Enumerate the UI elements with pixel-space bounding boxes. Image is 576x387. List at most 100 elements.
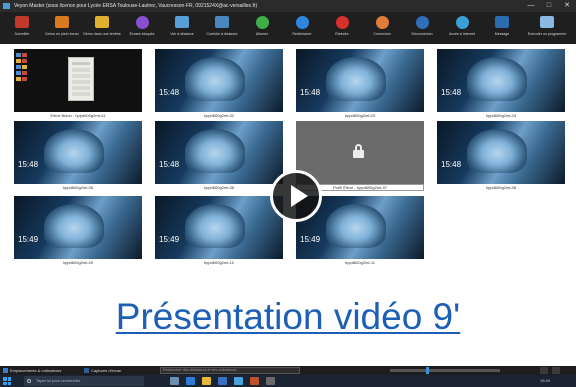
globe-icon [456,16,469,29]
computer-caption: hppd600g2mt-09 [14,259,142,266]
lockscreen-clock: 15:48 [441,160,462,169]
remote-control-icon [215,16,229,28]
computer-screen-preview: 15:48 [14,121,142,184]
remote-control-label: Contrôle à distance [206,32,238,36]
message-icon [495,16,509,28]
computer-grid: Elève Bidon - hppd600g2mt-01 15:48 hppd6… [0,44,576,270]
fullscreen-demo-icon [55,16,69,28]
status-bar: Emplacements & ordinateurs Captures d'éc… [0,366,576,375]
veyon-master-window: Veyon Master (sous licence pour Lycée ER… [0,0,576,387]
app-icon [3,3,10,9]
task-view-icon[interactable] [170,377,179,385]
lock-screens-button[interactable]: Écrans bloqués [122,12,162,44]
login-button[interactable]: Connexion [362,12,402,44]
computer-tile[interactable]: 15:48 hppd600g2mt-04 [437,49,565,119]
run-program-icon [540,16,554,28]
logout-label: Déconnexion [411,32,433,36]
internet-access-label: Accès à Internet [449,32,475,36]
veyon-taskbar-icon[interactable] [234,377,243,385]
logout-button[interactable]: Déconnexion [402,12,442,44]
lockscreen-clock: 15:48 [300,88,321,97]
lockscreen-clock: 15:48 [159,88,180,97]
locations-toggle[interactable]: Emplacements & ordinateurs [3,366,61,375]
computer-screen-preview: 15:48 [155,121,283,184]
monitor-label: Surveiller [14,32,30,36]
computer-caption: hppd600g2mt-11 [296,259,424,266]
power-on-button[interactable]: Allumer [242,12,282,44]
search-icon [27,379,31,383]
computer-tile[interactable]: 15:49 hppd600g2mt-09 [14,196,142,266]
computer-screen-preview: 15:49 [14,196,142,259]
power-on-label: Allumer [255,32,269,36]
computer-tile[interactable]: 15:48 hppd600g2mt-05 [14,121,142,191]
computer-filter-input[interactable]: Rechercher des utilisateurs et des ordin… [160,367,300,374]
desktop-icons [16,53,30,103]
locations-label: Emplacements & ordinateurs [10,368,62,373]
taskbar-search-input[interactable]: Taper ici pour rechercher [24,376,144,386]
lockscreen-clock: 15:49 [159,235,180,244]
reboot-button[interactable]: Redémarrer [282,12,322,44]
computer-tile[interactable]: 15:48 hppd600g2mt-03 [296,49,424,119]
lockscreen-clock: 15:48 [18,160,39,169]
zoom-slider-handle[interactable] [426,367,429,374]
calculator-window [68,57,94,101]
camera-icon [84,368,89,374]
computer-tile[interactable]: Elève Bidon - hppd600g2mt-01 [14,49,142,119]
settings-button[interactable] [552,367,560,374]
computer-screen-preview: 15:48 [437,121,565,184]
file-explorer-icon[interactable] [202,377,211,385]
power-off-button[interactable]: Éteindre [322,12,362,44]
minimize-button[interactable]: — [522,0,540,12]
computer-tile[interactable]: 15:48 hppd600g2mt-02 [155,49,283,119]
store-icon[interactable] [218,377,227,385]
app-taskbar-icon[interactable] [250,377,259,385]
message-label: Message [494,32,510,36]
edge-icon[interactable] [186,377,195,385]
lock-screen-icon [136,16,149,29]
computer-tile[interactable]: 15:48 hppd600g2mt-06 [155,121,283,191]
reboot-icon [296,16,309,29]
windows-start-icon[interactable] [3,377,11,385]
close-button[interactable]: ✕ [558,0,576,12]
fullscreen-demo-button[interactable]: Démo en plein écran [42,12,82,44]
lockscreen-clock: 15:49 [18,235,39,244]
reboot-label: Redémarrer [292,32,312,36]
toolbar: Surveiller Démo en plein écran Démo dans… [0,12,576,44]
computer-caption: hppd600g2mt-08 [437,184,565,191]
clock[interactable]: 15:49 [520,375,570,387]
maximize-button[interactable]: □ [540,0,558,12]
screenshots-label: Captures d'écran [91,368,122,373]
run-program-button[interactable]: Exécuter un programme [522,12,572,44]
video-title-link[interactable]: Présentation vidéo 9' [0,296,576,338]
internet-access-button[interactable]: Accès à Internet [442,12,482,44]
zoom-slider[interactable] [390,367,500,374]
locations-icon [3,368,8,374]
power-on-icon [256,16,269,29]
computer-screen-preview: 15:48 [296,49,424,112]
computer-caption: hppd600g2mt-03 [296,112,424,119]
message-button[interactable]: Message [482,12,522,44]
computer-screen-preview: 15:49 [155,196,283,259]
monitor-icon [15,16,29,28]
computer-tile[interactable]: 15:48 hppd600g2mt-08 [437,121,565,191]
remote-view-button[interactable]: Voir à distance [162,12,202,44]
play-button[interactable] [270,170,322,222]
window-demo-button[interactable]: Démo dans une fenêtre [82,12,122,44]
computer-caption: hppd600g2mt-10 [155,259,283,266]
lock-icon [352,144,365,158]
power-off-label: Éteindre [335,32,349,36]
window-demo-label: Démo dans une fenêtre [83,32,121,36]
login-icon [376,16,389,29]
logout-icon [416,16,429,29]
computer-screen-preview [296,121,424,184]
computer-tile[interactable]: 15:49 hppd600g2mt-10 [155,196,283,266]
computer-caption: hppd600g2mt-06 [155,184,283,191]
app-taskbar-icon-2[interactable] [266,377,275,385]
computer-caption: hppd600g2mt-02 [155,112,283,119]
monitor-button[interactable]: Surveiller [2,12,42,44]
power-off-icon [336,16,349,29]
grid-view-button[interactable] [540,367,548,374]
screenshots-toggle[interactable]: Captures d'écran [84,366,121,375]
computer-screen-preview [14,49,142,112]
remote-control-button[interactable]: Contrôle à distance [202,12,242,44]
